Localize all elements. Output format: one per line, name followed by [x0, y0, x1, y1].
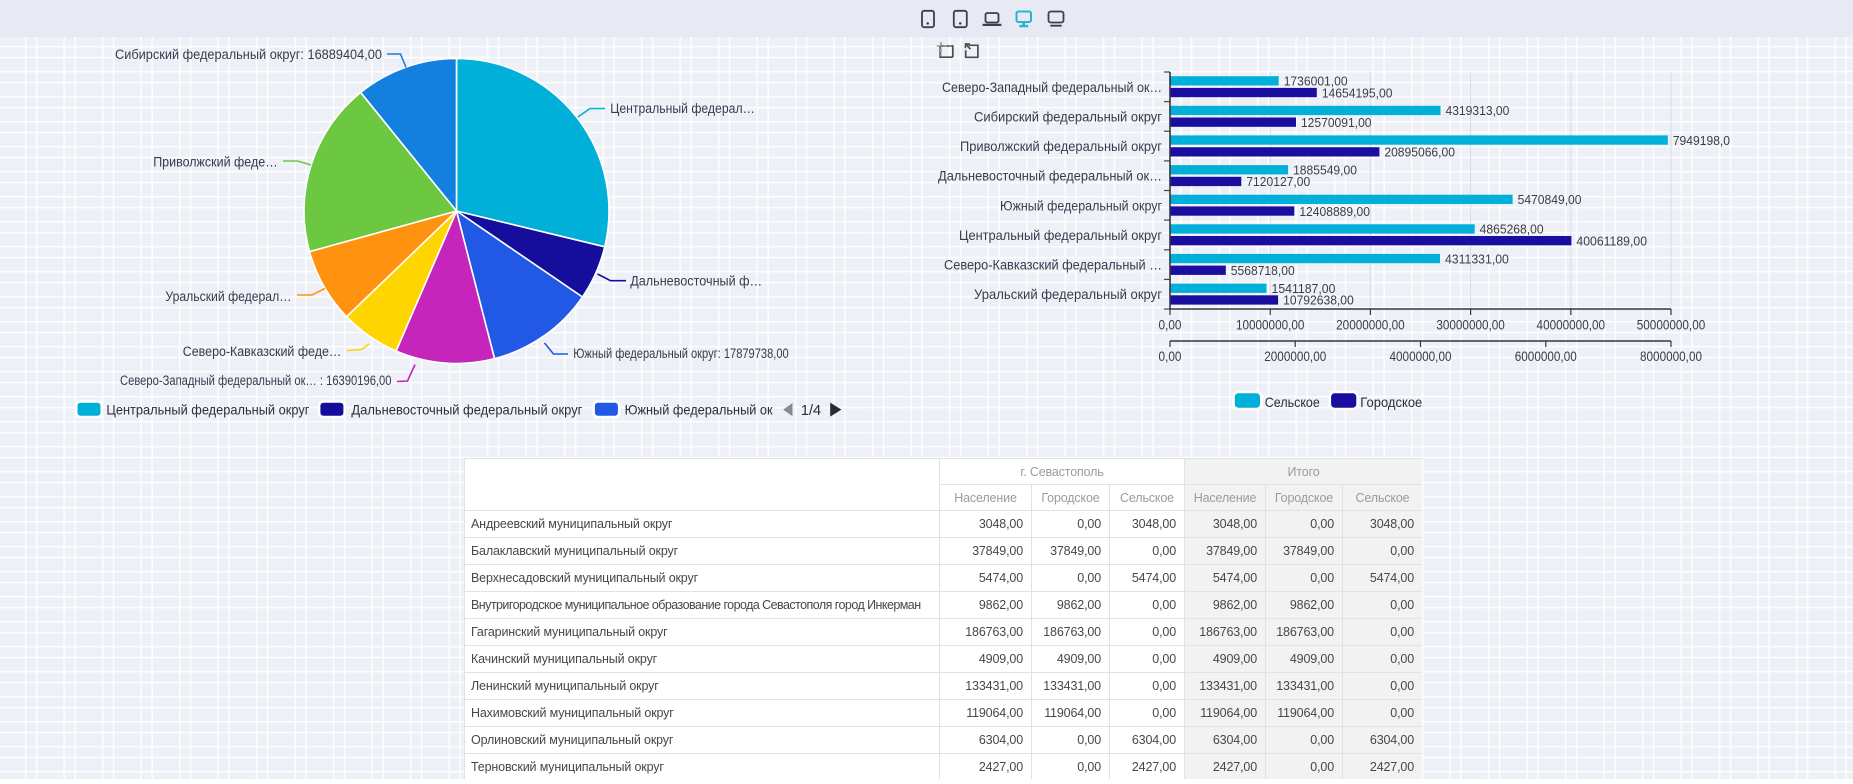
svg-text:20895066,00: 20895066,00 [1384, 145, 1455, 160]
svg-text:Приволжский феде…: Приволжский феде… [153, 155, 278, 170]
svg-text:Сельское: Сельское [1265, 394, 1320, 410]
svg-text:Южный федеральный округ: 17879: Южный федеральный округ: 17879738,00 [573, 346, 789, 361]
svg-text:12570091,00: 12570091,00 [1301, 115, 1372, 130]
svg-text:Центральный федерал…: Центральный федерал… [610, 101, 755, 116]
svg-text:8000000,00: 8000000,00 [1640, 349, 1702, 364]
svg-text:50000000,00: 50000000,00 [1637, 318, 1706, 333]
svg-text:5568718,00: 5568718,00 [1231, 263, 1295, 278]
svg-text:Северо-Кавказский феде…: Северо-Кавказский феде… [183, 344, 342, 359]
svg-text:10000000,00: 10000000,00 [1236, 318, 1305, 333]
svg-text:10792638,00: 10792638,00 [1283, 293, 1354, 308]
svg-text:5470849,00: 5470849,00 [1518, 192, 1582, 207]
svg-text:4311331,00: 4311331,00 [1445, 251, 1509, 266]
svg-text:Приволжский федеральный округ: Приволжский федеральный округ [960, 138, 1162, 154]
svg-text:1/4: 1/4 [801, 403, 821, 419]
svg-text:0,00: 0,00 [1159, 349, 1182, 364]
svg-text:Дальневосточный ф…: Дальневосточный ф… [630, 273, 762, 288]
svg-text:6000000,00: 6000000,00 [1515, 349, 1577, 364]
svg-text:7120127,00: 7120127,00 [1246, 174, 1310, 189]
svg-text:7949198,0: 7949198,0 [1673, 133, 1730, 148]
svg-text:4319313,00: 4319313,00 [1445, 103, 1509, 118]
svg-text:12408889,00: 12408889,00 [1299, 204, 1370, 219]
svg-text:4000000,00: 4000000,00 [1390, 349, 1452, 364]
svg-text:40000000,00: 40000000,00 [1537, 318, 1606, 333]
svg-text:Сибирский федеральный округ: Сибирский федеральный округ [974, 108, 1162, 124]
svg-text:Северо-Западный федеральный ок: Северо-Западный федеральный ок… : 163901… [120, 373, 392, 388]
svg-text:Дальневосточный федеральный ок: Дальневосточный федеральный ок… [938, 168, 1162, 184]
svg-text:Городское: Городское [1360, 394, 1422, 410]
svg-text:Центральный федеральный округ: Центральный федеральный округ [106, 402, 309, 418]
svg-text:Северо-Кавказский федеральный: Северо-Кавказский федеральный … [944, 257, 1162, 273]
svg-text:Северо-Западный федеральный ок: Северо-Западный федеральный ок… [942, 79, 1162, 95]
svg-text:Уральский федеральный округ: Уральский федеральный округ [974, 286, 1162, 302]
svg-text:Сибирский федеральный округ: 1: Сибирский федеральный округ: 16889404,00 [115, 47, 382, 62]
svg-text:Уральский федерал…: Уральский федерал… [165, 289, 291, 304]
svg-text:40061189,00: 40061189,00 [1576, 233, 1647, 248]
svg-text:4865268,00: 4865268,00 [1480, 222, 1544, 237]
svg-text:0,00: 0,00 [1159, 318, 1182, 333]
svg-text:Южный федеральный округ: Южный федеральный округ [1000, 197, 1162, 213]
svg-text:Центральный федеральный округ: Центральный федеральный округ [959, 227, 1162, 243]
svg-text:2000000,00: 2000000,00 [1264, 349, 1326, 364]
svg-text:Южный федеральный ок: Южный федеральный ок [625, 402, 774, 418]
svg-text:14654195,00: 14654195,00 [1322, 85, 1393, 100]
svg-text:Дальневосточный федеральный ок: Дальневосточный федеральный округ [351, 402, 582, 418]
svg-text:20000000,00: 20000000,00 [1336, 318, 1405, 333]
svg-text:30000000,00: 30000000,00 [1436, 318, 1505, 333]
